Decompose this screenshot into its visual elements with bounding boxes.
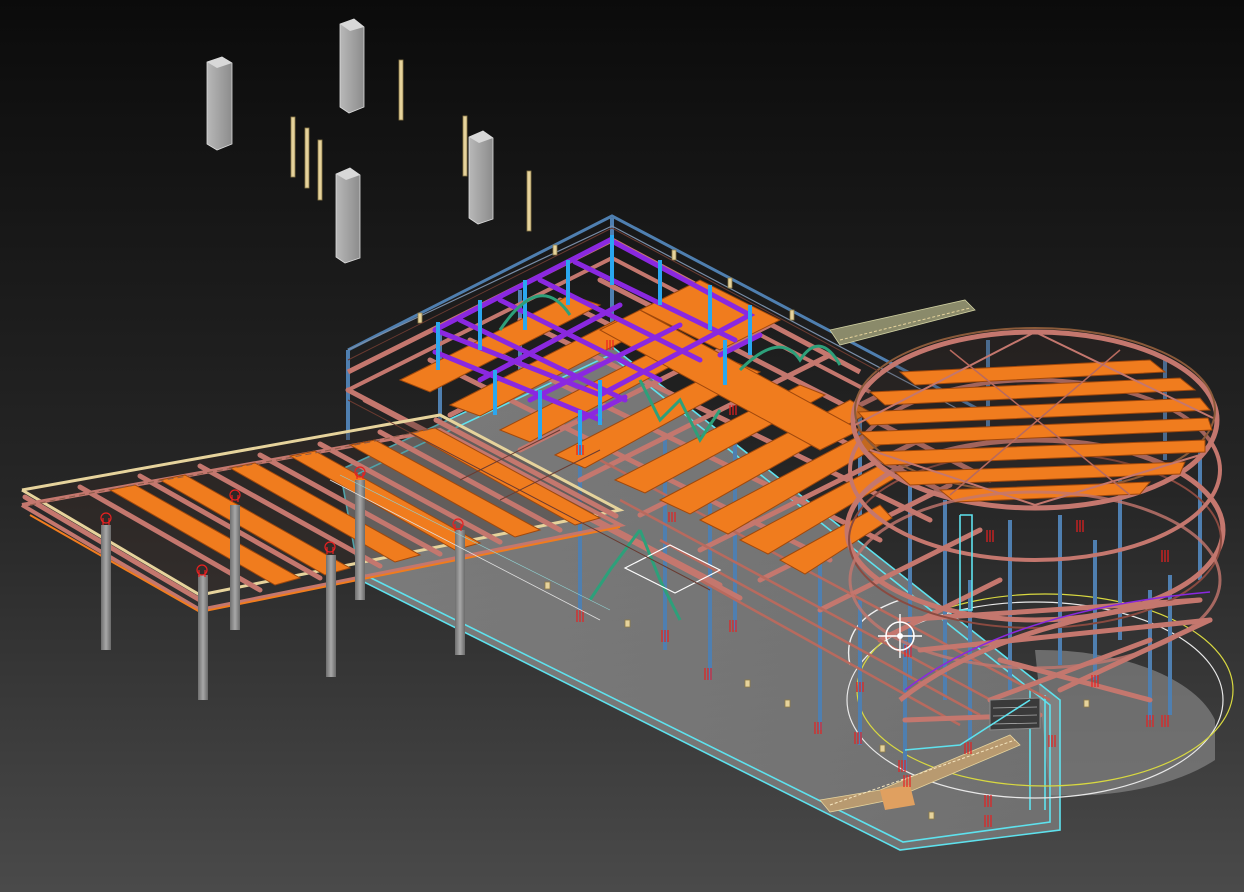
pier-box-1 (206, 56, 233, 151)
scene-render[interactable] (0, 0, 1244, 892)
pier-box-3 (335, 167, 361, 264)
pier-box-4 (468, 130, 494, 225)
3d-viewport[interactable] (0, 0, 1244, 892)
pier-box-2 (339, 18, 365, 114)
